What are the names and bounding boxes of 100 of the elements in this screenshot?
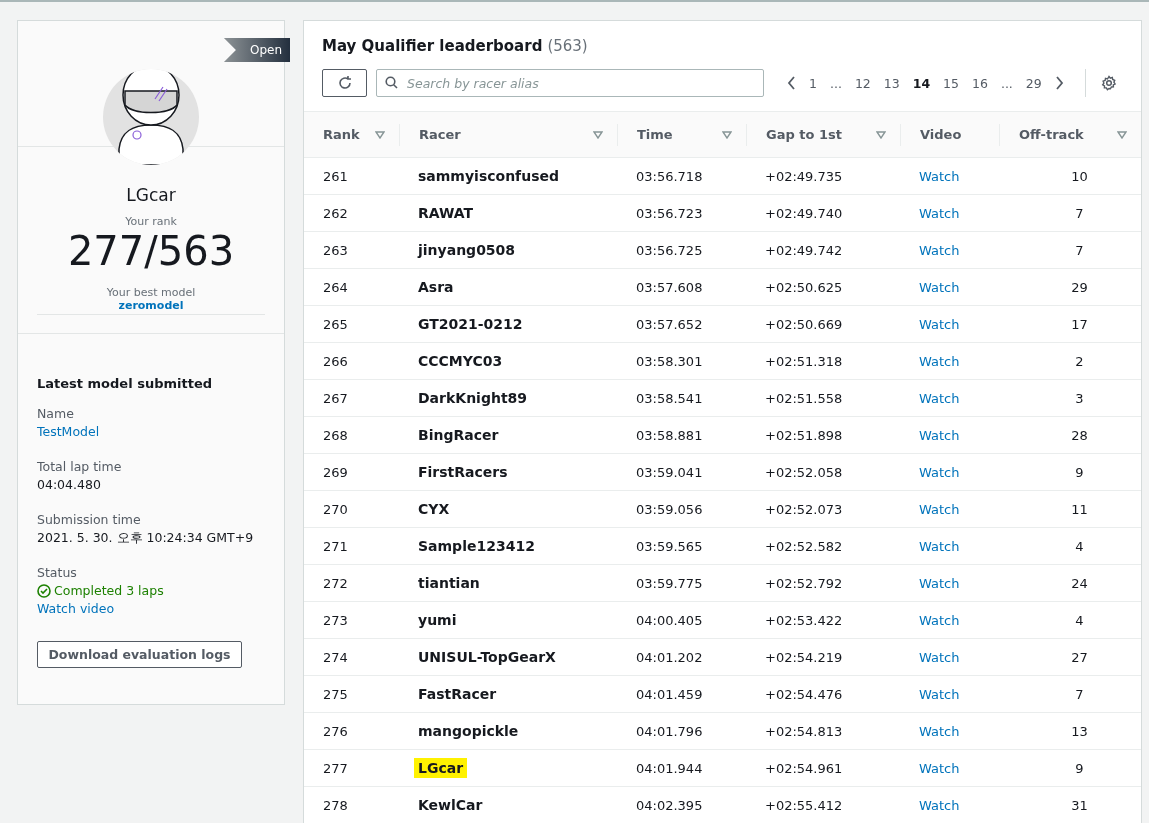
field-label: Name <box>37 405 74 423</box>
watch-link[interactable]: Watch <box>919 390 960 406</box>
rank-cell: 277 <box>304 749 399 787</box>
gap-cell: +02:54.219 <box>746 638 900 676</box>
field-value: 04:04.480 <box>37 476 101 494</box>
racer-name: Asra <box>417 278 455 297</box>
time-cell: 03:56.718 <box>617 157 746 195</box>
off-track-cell: 7 <box>999 194 1141 232</box>
page-number[interactable]: ... <box>823 75 848 91</box>
watch-link[interactable]: Watch <box>919 501 960 517</box>
column-header: Rank <box>323 127 360 142</box>
time-cell: 03:58.541 <box>617 379 746 417</box>
watch-link[interactable]: Watch <box>919 427 960 443</box>
page-number[interactable]: 1 <box>803 75 823 91</box>
page-number[interactable]: 13 <box>877 75 906 91</box>
rank-cell: 278 <box>304 786 399 823</box>
off-track-cell: 17 <box>999 305 1141 343</box>
watch-link[interactable]: Watch <box>919 242 960 258</box>
racer-name: GT2021-0212 <box>417 315 524 334</box>
gap-cell: +02:49.742 <box>746 231 900 269</box>
racer-name: yumi <box>417 611 458 630</box>
status-text: Completed 3 laps <box>37 582 164 600</box>
sort-icon[interactable] <box>1117 130 1127 139</box>
racer-count: (563) <box>547 37 588 55</box>
off-track-cell: 24 <box>999 564 1141 602</box>
watch-link[interactable]: Watch <box>919 538 960 554</box>
sort-icon[interactable] <box>876 130 886 139</box>
time-cell: 03:59.775 <box>617 564 746 602</box>
gap-cell: +02:52.582 <box>746 527 900 565</box>
gap-cell: +02:50.625 <box>746 268 900 306</box>
sort-icon[interactable] <box>722 130 732 139</box>
rank-cell: 271 <box>304 527 399 565</box>
field-label: Submission time <box>37 511 141 529</box>
watch-link[interactable]: Watch <box>919 649 960 665</box>
page-number[interactable]: 14 <box>906 75 937 91</box>
racer-name: Sample123412 <box>417 537 536 556</box>
watch-link[interactable]: Watch <box>919 353 960 369</box>
column-header: Gap to 1st <box>766 127 842 142</box>
time-cell: 03:56.723 <box>617 194 746 232</box>
racer-name: CCCMYC03 <box>417 352 504 371</box>
page-number[interactable]: 12 <box>848 75 877 91</box>
racer-name: RAWAT <box>417 204 475 223</box>
time-cell: 03:57.608 <box>617 268 746 306</box>
watch-link[interactable]: Watch <box>919 760 960 776</box>
rank-cell: 262 <box>304 194 399 232</box>
watch-link[interactable]: Watch <box>919 797 960 813</box>
sort-icon[interactable] <box>375 130 385 139</box>
gap-cell: +02:52.073 <box>746 490 900 528</box>
settings-icon <box>1100 75 1117 91</box>
sort-icon[interactable] <box>593 130 603 139</box>
watch-link[interactable]: Watch <box>919 279 960 295</box>
search-icon <box>385 76 398 89</box>
rank-cell: 264 <box>304 268 399 306</box>
watch-link[interactable]: Watch <box>919 575 960 591</box>
leaderboard-title: May Qualifier leaderboard <box>322 37 543 55</box>
off-track-cell: 28 <box>999 416 1141 454</box>
watch-link[interactable]: Watch <box>919 723 960 739</box>
off-track-cell: 7 <box>999 231 1141 269</box>
rank-cell: 265 <box>304 305 399 343</box>
time-cell: 04:01.796 <box>617 712 746 750</box>
time-cell: 03:59.565 <box>617 527 746 565</box>
download-logs-button[interactable]: Download evaluation logs <box>37 641 242 668</box>
page-number[interactable]: 16 <box>966 75 994 91</box>
rank-cell: 267 <box>304 379 399 417</box>
racer-name: sammyisconfused <box>417 167 560 186</box>
racer-name: LGcar <box>414 758 468 778</box>
page-number[interactable]: ... <box>994 75 1019 91</box>
watch-link[interactable]: Watch <box>919 686 960 702</box>
best-model-link[interactable]: zeromodel <box>37 299 265 315</box>
watch-link[interactable]: Watch <box>919 464 960 480</box>
off-track-cell: 9 <box>999 453 1141 491</box>
model-link[interactable]: TestModel <box>37 423 100 441</box>
racer-name: UNISUL-TopGearX <box>417 648 557 667</box>
chevron-right-icon <box>1054 76 1064 90</box>
watch-link[interactable]: Watch <box>919 168 960 184</box>
watch-link[interactable]: Watch <box>919 205 960 221</box>
page-number[interactable]: 29 <box>1019 75 1048 91</box>
off-track-cell: 10 <box>999 157 1141 195</box>
gap-cell: +02:51.318 <box>746 342 900 380</box>
off-track-cell: 9 <box>999 749 1141 787</box>
watch-video-link[interactable]: Watch video <box>37 600 115 618</box>
page-number[interactable]: 15 <box>937 75 965 91</box>
refresh-button[interactable] <box>322 69 367 97</box>
racer-name: KewlCar <box>417 796 484 815</box>
search-field[interactable]: Search by racer alias <box>376 69 764 97</box>
gap-cell: +02:52.058 <box>746 453 900 491</box>
gap-cell: +02:49.735 <box>746 157 900 195</box>
rank-cell: 268 <box>304 416 399 454</box>
time-cell: 03:58.301 <box>617 342 746 380</box>
off-track-cell: 13 <box>999 712 1141 750</box>
rank-cell: 274 <box>304 638 399 676</box>
watch-link[interactable]: Watch <box>919 316 960 332</box>
racer-name: DarkKnight89 <box>417 389 529 408</box>
column-header: Video <box>920 127 962 142</box>
gap-cell: +02:50.669 <box>746 305 900 343</box>
column-header: Off-track <box>1019 127 1084 142</box>
gap-cell: +02:54.476 <box>746 675 900 713</box>
time-cell: 03:56.725 <box>617 231 746 269</box>
check-circle-icon <box>37 584 51 598</box>
watch-link[interactable]: Watch <box>919 612 960 628</box>
